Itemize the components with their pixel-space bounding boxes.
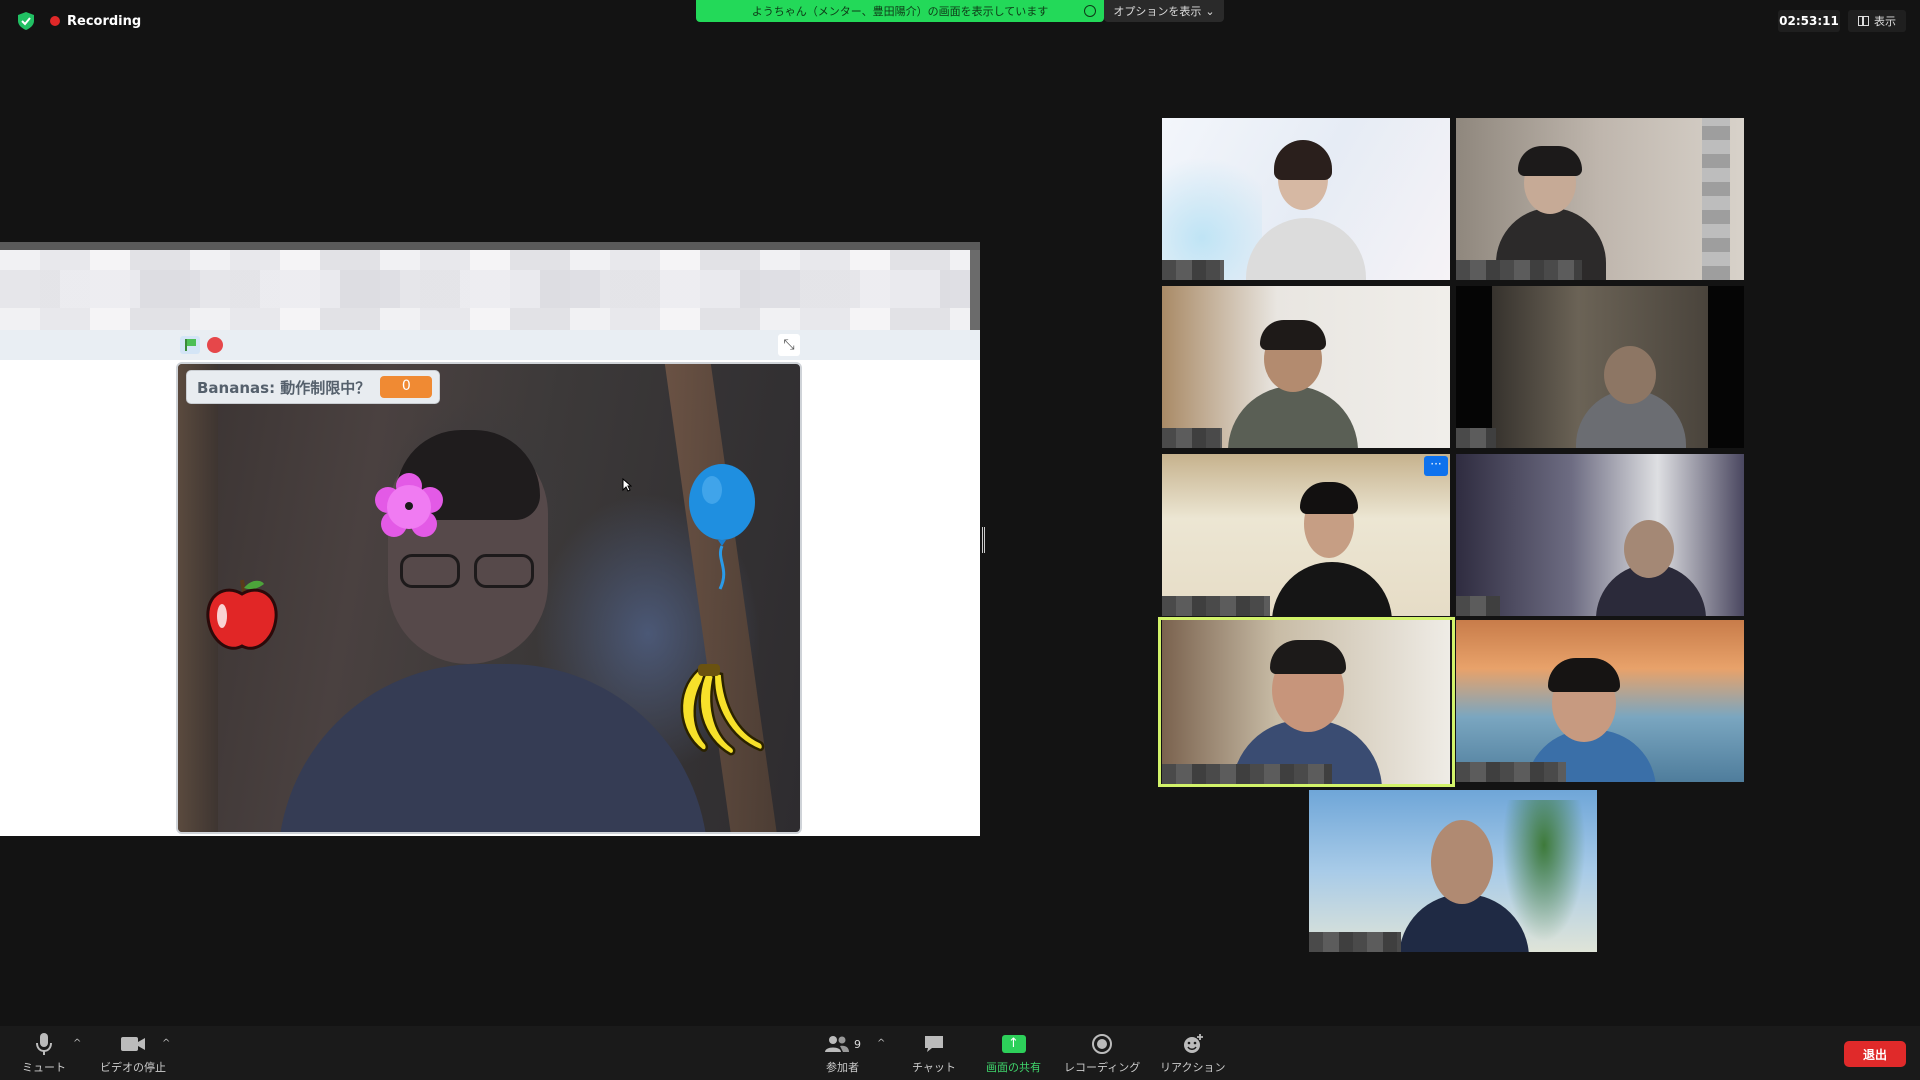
- share-banner-text: ようちゃん（メンター、豊田陽介）の画面を表示しています: [751, 5, 1049, 18]
- shared-screen-frame-top: [0, 242, 980, 250]
- mute-label: ミュート: [22, 1061, 66, 1074]
- participant-hair: [1260, 320, 1326, 350]
- participants-icon: 9: [824, 1032, 861, 1056]
- participants-options-caret-icon[interactable]: ^: [877, 1038, 887, 1049]
- chat-bubble-icon: [923, 1032, 945, 1056]
- view-label: 表示: [1874, 15, 1896, 28]
- mouse-cursor-icon: [622, 478, 632, 492]
- chat-button[interactable]: チャット: [912, 1032, 956, 1075]
- recording-indicator[interactable]: Recording: [50, 14, 141, 29]
- participant-name-pixelated: [1162, 260, 1224, 280]
- participant-body: [1246, 218, 1366, 280]
- participant-face: [1624, 520, 1674, 578]
- recording-label: Recording: [67, 13, 142, 29]
- record-label: レコーディング: [1064, 1061, 1141, 1074]
- shared-screen-frame-edge: [970, 250, 980, 330]
- bananas-sprite[interactable]: [668, 662, 768, 762]
- split-view-divider[interactable]: [982, 527, 985, 553]
- stage-person-body: [278, 664, 708, 832]
- participant-name-pixelated: [1162, 596, 1270, 616]
- balloon-sprite[interactable]: [686, 464, 758, 594]
- participant-tile[interactable]: [1162, 286, 1450, 448]
- participant-tile[interactable]: [1456, 118, 1744, 280]
- video-options-caret-icon[interactable]: ^: [162, 1038, 172, 1049]
- participant-name-pixelated: [1162, 428, 1222, 448]
- emoji-reaction-icon: [1182, 1032, 1204, 1056]
- variable-monitor[interactable]: Bananas: 動作制限中？ 0: [186, 370, 440, 404]
- participant-hair: [1274, 140, 1332, 180]
- participant-tile[interactable]: [1162, 454, 1450, 616]
- stage-backdrop-frame: [664, 364, 778, 832]
- chat-label: チャット: [912, 1061, 956, 1074]
- exit-fullscreen-icon[interactable]: ⤡: [778, 334, 800, 356]
- participant-headset: [1518, 146, 1582, 176]
- participant-body: [1228, 386, 1358, 448]
- participant-hair: [1300, 482, 1358, 514]
- video-label: ビデオの停止: [100, 1061, 166, 1074]
- shield-icon[interactable]: [18, 12, 34, 30]
- video-camera-icon: [120, 1032, 146, 1056]
- top-left-status: Recording: [18, 12, 141, 30]
- stage-glasses-right: [474, 554, 534, 588]
- participants-button[interactable]: 9 参加者: [824, 1032, 861, 1075]
- tile-background-art: [1162, 118, 1262, 280]
- pixelated-address-bar: [0, 270, 970, 308]
- participant-face: [1604, 346, 1656, 404]
- reactions-button[interactable]: リアクション: [1160, 1032, 1225, 1075]
- scratch-stage[interactable]: Bananas: 動作制限中？ 0: [176, 362, 802, 834]
- share-label: 画面の共有: [986, 1061, 1041, 1074]
- stop-video-button[interactable]: ビデオの停止: [100, 1032, 166, 1075]
- participant-name-pixelated: [1309, 932, 1401, 952]
- participant-name-pixelated: [1162, 764, 1332, 784]
- reaction-label: リアクション: [1160, 1061, 1226, 1074]
- participants-label: 参加者: [826, 1061, 859, 1074]
- gallery-view-button[interactable]: 表示: [1848, 10, 1906, 32]
- chevron-down-icon: ⌄: [1205, 4, 1215, 18]
- screen-share-banner: ようちゃん（メンター、豊田陽介）の画面を表示しています: [696, 0, 1104, 22]
- record-icon: [1092, 1032, 1113, 1056]
- variable-value: 0: [380, 376, 433, 398]
- participant-name-pixelated: [1456, 428, 1496, 448]
- stop-sign-icon[interactable]: [207, 337, 223, 353]
- participant-tile-active-speaker[interactable]: [1162, 620, 1450, 784]
- stage-glasses-left: [400, 554, 460, 588]
- green-flag-icon[interactable]: [180, 336, 200, 354]
- flower-sprite[interactable]: [374, 472, 444, 542]
- audio-options-caret-icon[interactable]: ^: [73, 1038, 83, 1049]
- share-screen-icon: ↑: [1001, 1032, 1026, 1056]
- recording-dot-icon: [50, 16, 60, 26]
- variable-name: Bananas: 動作制限中？: [197, 378, 371, 397]
- scratch-controls-bar: [0, 330, 980, 360]
- participant-hair: [1270, 640, 1346, 674]
- participant-tile[interactable]: [1456, 286, 1744, 448]
- participant-tile[interactable]: [1309, 790, 1597, 952]
- participant-name-pixelated: [1456, 762, 1566, 782]
- share-status-icon[interactable]: [1084, 5, 1096, 17]
- participants-count: 9: [854, 1037, 861, 1051]
- participant-tile[interactable]: [1456, 620, 1744, 782]
- view-options-label: オプションを表示: [1113, 5, 1202, 18]
- participant-hair: [1548, 658, 1620, 692]
- zoom-meeting-window: Recording ようちゃん（メンター、豊田陽介）の画面を表示しています オプ…: [0, 0, 1920, 1080]
- record-button[interactable]: レコーディング: [1064, 1032, 1140, 1075]
- meeting-toolbar: [0, 1026, 1920, 1080]
- leave-meeting-button[interactable]: 退出: [1844, 1041, 1906, 1067]
- apple-sprite[interactable]: [200, 570, 284, 654]
- participant-tile[interactable]: [1456, 454, 1744, 616]
- share-screen-button[interactable]: ↑ 画面の共有: [986, 1032, 1041, 1075]
- view-options-button[interactable]: オプションを表示 ⌄: [1104, 0, 1224, 22]
- participant-name-pixelated: [1456, 596, 1500, 616]
- more-options-icon[interactable]: ···: [1424, 456, 1448, 476]
- pixelated-region: [1702, 118, 1730, 280]
- microphone-icon: [35, 1032, 53, 1056]
- meeting-timer: 02:53:11: [1778, 10, 1840, 32]
- participant-tile[interactable]: [1162, 118, 1450, 280]
- participant-name-pixelated: [1456, 260, 1582, 280]
- layout-icon: [1858, 16, 1869, 26]
- participant-face: [1431, 820, 1493, 904]
- participant-body: [1272, 562, 1392, 616]
- mute-button[interactable]: ミュート: [22, 1032, 66, 1075]
